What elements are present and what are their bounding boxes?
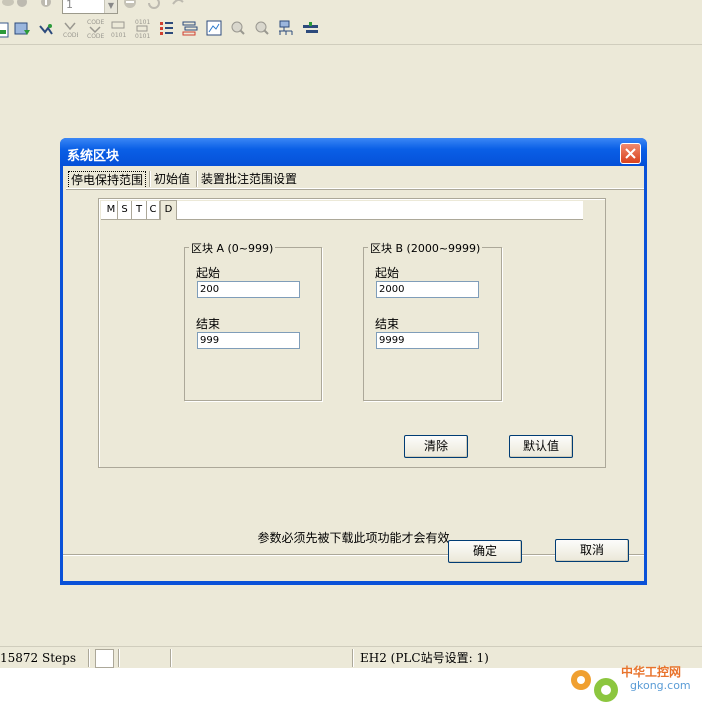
block-b-title: 区块 B (2000~9999) bbox=[368, 240, 483, 256]
tab-device-m[interactable]: M bbox=[105, 201, 118, 219]
close-button[interactable] bbox=[620, 143, 641, 164]
status-plc: EH2 (PLC站号设置: 1) bbox=[360, 651, 489, 665]
tab-underline-shadow bbox=[66, 189, 644, 190]
block-a-end-input[interactable]: 999 bbox=[197, 332, 300, 349]
svg-text:CODE: CODE bbox=[87, 33, 104, 38]
cancel-button[interactable]: 取消 bbox=[555, 539, 629, 562]
tab-device-comment-range[interactable]: 装置批注范围设置 bbox=[199, 170, 299, 188]
tab-device-d[interactable]: D bbox=[160, 200, 177, 220]
chevron-down-icon[interactable]: ▼ bbox=[104, 0, 117, 13]
list-icon[interactable] bbox=[158, 20, 174, 36]
svg-text:CODE: CODE bbox=[63, 32, 78, 38]
watermark-en: gkong.com bbox=[630, 679, 691, 692]
pause-icon[interactable] bbox=[122, 0, 138, 12]
redo-icon[interactable] bbox=[170, 0, 186, 12]
binary-icon[interactable]: 0101 bbox=[110, 20, 126, 38]
svg-text:0101: 0101 bbox=[135, 33, 150, 38]
device-panel: M S T C D 区块 A (0~999) 起始 200 结束 999 区块 … bbox=[98, 198, 606, 468]
svg-text:0101: 0101 bbox=[135, 19, 150, 26]
tab-device-t[interactable]: T bbox=[132, 201, 147, 219]
refresh-icon[interactable] bbox=[146, 0, 162, 12]
block-a-group: 区块 A (0~999) 起始 200 结束 999 bbox=[184, 240, 322, 401]
clear-button[interactable]: 清除 bbox=[404, 435, 468, 458]
status-indicator bbox=[95, 649, 114, 668]
block-b-end-input[interactable]: 9999 bbox=[376, 332, 479, 349]
download-icon[interactable] bbox=[14, 22, 30, 38]
device-tabs: M S T C D bbox=[101, 200, 583, 220]
step-selector-value: 1 bbox=[66, 0, 73, 11]
block-a-title: 区块 A (0~999) bbox=[189, 240, 276, 256]
watermark-cn: 中华工控网 bbox=[621, 665, 682, 679]
system-block-dialog: 系统区块 停电保持范围 初始值 装置批注范围设置 M S T C D 区块 A … bbox=[60, 138, 647, 585]
settings-icon[interactable] bbox=[302, 20, 318, 36]
network-icon[interactable] bbox=[278, 20, 294, 36]
tab-divider bbox=[149, 171, 150, 187]
tab-device-c[interactable]: C bbox=[147, 201, 160, 219]
block-a-start-input[interactable]: 200 bbox=[197, 281, 300, 298]
bits-icon[interactable]: 0101 0101 bbox=[134, 18, 150, 38]
block-a-start-label: 起始 bbox=[196, 266, 221, 280]
monitor-icon[interactable] bbox=[38, 22, 54, 38]
list2-icon[interactable] bbox=[182, 20, 198, 36]
block-b-group: 区块 B (2000~9999) 起始 2000 结束 9999 bbox=[363, 240, 502, 401]
svg-text:CODE: CODE bbox=[87, 19, 104, 26]
chart-icon[interactable] bbox=[206, 20, 222, 36]
status-divider bbox=[352, 649, 353, 667]
tab-device-s[interactable]: S bbox=[118, 201, 132, 219]
dialog-client: 停电保持范围 初始值 装置批注范围设置 M S T C D 区块 A (0~99… bbox=[63, 166, 644, 581]
zoom-out-icon[interactable] bbox=[254, 20, 270, 36]
block-b-start-label: 起始 bbox=[375, 266, 400, 280]
toolbar-main: CODE CODE CODE 0101 0101 0101 bbox=[0, 16, 702, 45]
gear-icon[interactable] bbox=[14, 0, 30, 12]
status-divider bbox=[118, 649, 119, 667]
page-icon[interactable] bbox=[0, 22, 10, 38]
dialog-titlebar[interactable]: 系统区块 bbox=[60, 138, 647, 166]
ok-button[interactable]: 确定 bbox=[448, 540, 522, 563]
default-button[interactable]: 默认值 bbox=[509, 435, 573, 458]
tab-power-retention[interactable]: 停电保持范围 bbox=[68, 171, 147, 189]
status-steps: 15872 Steps bbox=[0, 651, 76, 665]
tab-divider bbox=[196, 171, 197, 187]
status-divider bbox=[170, 649, 171, 667]
code-icon[interactable]: CODE bbox=[62, 20, 78, 38]
step-selector[interactable]: 1 ▼ bbox=[62, 0, 118, 14]
dialog-title: 系统区块 bbox=[67, 149, 120, 164]
block-b-start-input[interactable]: 2000 bbox=[376, 281, 479, 298]
svg-text:0101: 0101 bbox=[111, 32, 126, 38]
tab-initial-value[interactable]: 初始值 bbox=[152, 170, 192, 188]
status-divider bbox=[88, 649, 89, 667]
toolbar-top: 1 ▼ bbox=[0, 0, 702, 14]
block-a-end-label: 结束 bbox=[196, 317, 221, 331]
zoom-in-icon[interactable] bbox=[230, 20, 246, 36]
block-b-end-label: 结束 bbox=[375, 317, 400, 331]
code2-icon[interactable]: CODE CODE bbox=[86, 18, 104, 38]
info-icon[interactable] bbox=[38, 0, 54, 12]
close-icon bbox=[625, 148, 636, 159]
